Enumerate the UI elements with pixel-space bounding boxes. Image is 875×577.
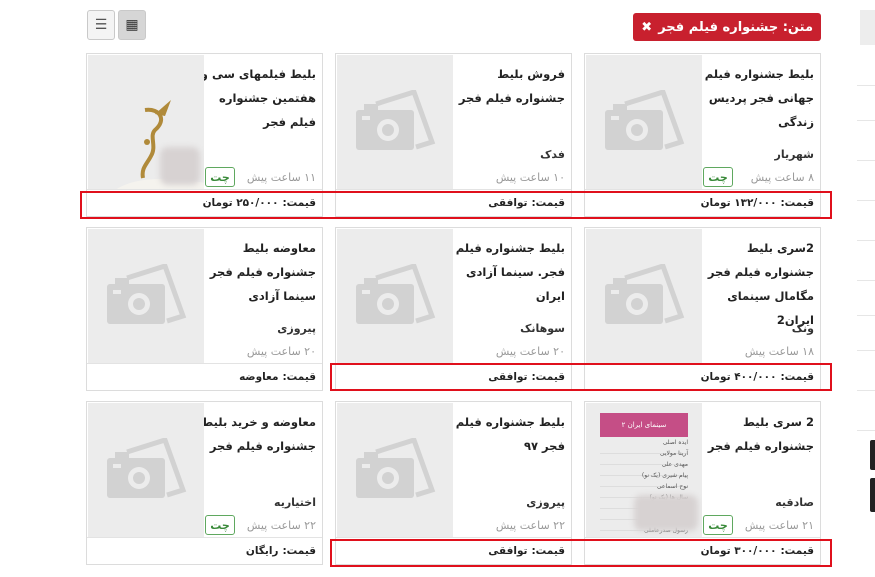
listing-time: ۱۱ ساعت پیش	[246, 171, 316, 184]
price-label: قیمت:	[531, 197, 565, 209]
chat-button[interactable]: چت	[703, 515, 733, 535]
listing-time: ۱۸ ساعت پیش	[744, 345, 814, 358]
listing-location: پیروزی	[526, 496, 565, 509]
listing-location: شهریار	[774, 148, 814, 161]
listing-card[interactable]: بلیط جشنواره فیلم جهانی فجر پردیس زندگی ش…	[584, 53, 821, 217]
price-row: قیمت: توافقی	[336, 363, 571, 390]
listing-thumbnail[interactable]	[337, 229, 453, 364]
listing-title[interactable]: معاوضه و خرید بلیط جشنواره فیلم فجر	[196, 410, 316, 458]
listing-location: اختیاریه	[274, 496, 316, 509]
listing-thumbnail[interactable]	[586, 229, 702, 364]
price-row: قیمت: توافقی	[336, 537, 571, 564]
listing-card[interactable]: بلیط جشنواره فیلم فجر ۹۷ پیروزی ۲۲ ساعت پی…	[335, 401, 572, 565]
price-label: قیمت:	[780, 197, 814, 209]
listing-title[interactable]: 2 سری بلیط جشنواره فیلم فجر	[694, 410, 814, 458]
listing-time: ۲۰ ساعت پیش	[495, 345, 565, 358]
sidebar-edge	[857, 0, 875, 577]
price-row: قیمت: ۳۰۰/۰۰۰ تومان	[585, 537, 820, 564]
listing-location: صادقیه	[775, 496, 814, 509]
listing-card[interactable]: 2 سری بلیط جشنواره فیلم فجر صادقیه ۲۱ ساعت…	[584, 401, 821, 565]
chat-button[interactable]: چت	[205, 515, 235, 535]
listing-title[interactable]: معاوضه بلیط جشنواره فیلم فجر سینما آزادی	[196, 236, 316, 308]
listing-photo[interactable]: سینمای ایران ۲ ایده اصلی آرینا مولایی مهدی …	[586, 403, 702, 538]
price-label: قیمت:	[282, 545, 316, 557]
price-value: ۳۰۰/۰۰۰ تومان	[700, 545, 777, 557]
price-value: ۴۰۰/۰۰۰ تومان	[700, 371, 777, 383]
search-filter-tag[interactable]: متن: جشنواره فیلم فجر ✖	[633, 13, 821, 41]
price-row: قیمت: ۲۵۰/۰۰۰ تومان	[87, 189, 322, 216]
close-icon[interactable]: ✖	[641, 20, 652, 35]
listing-time: ۸ ساعت پیش	[750, 171, 814, 184]
price-label: قیمت:	[780, 371, 814, 383]
camera-placeholder-icon	[605, 90, 685, 150]
chat-button[interactable]: چت	[703, 167, 733, 187]
price-row: قیمت: معاوضه	[87, 363, 322, 390]
listing-time: ۲۲ ساعت پیش	[246, 519, 316, 532]
list-view-button[interactable]: ☰	[87, 10, 115, 40]
price-label: قیمت:	[282, 197, 316, 209]
listing-card[interactable]: فروش بلیط جشنواره فیلم فجر فدک ۱۰ ساعت پیش…	[335, 53, 572, 217]
price-row: قیمت: رایگان	[87, 537, 322, 564]
price-value: ۱۳۲/۰۰۰ تومان	[700, 197, 777, 209]
price-row: قیمت: ۱۳۲/۰۰۰ تومان	[585, 189, 820, 216]
listing-card[interactable]: بلیط جشنواره فیلم فجر. سینما آزادی ایران…	[335, 227, 572, 391]
price-label: قیمت:	[282, 371, 316, 383]
listing-title[interactable]: 2سری بلیط جشنواره فیلم فجر مگامال سینمای…	[694, 236, 814, 332]
listing-location: فدک	[540, 148, 565, 161]
listing-card[interactable]: معاوضه بلیط جشنواره فیلم فجر سینما آزادی…	[86, 227, 323, 391]
camera-placeholder-icon	[107, 264, 187, 324]
listing-thumbnail[interactable]	[88, 229, 204, 364]
price-value: ۲۵۰/۰۰۰ تومان	[202, 197, 279, 209]
camera-placeholder-icon	[107, 438, 187, 498]
listing-time: ۲۲ ساعت پیش	[495, 519, 565, 532]
price-row: قیمت: ۴۰۰/۰۰۰ تومان	[585, 363, 820, 390]
listing-card[interactable]: 2سری بلیط جشنواره فیلم فجر مگامال سینمای…	[584, 227, 821, 391]
listing-card[interactable]: بلیط فیلمهای سی و هفتمین جشنواره فیلم فج…	[86, 53, 323, 217]
listing-thumbnail[interactable]	[337, 403, 453, 538]
listing-thumbnail[interactable]	[88, 403, 204, 538]
chat-button[interactable]: چت	[205, 167, 235, 187]
listing-location: سوهانک	[520, 322, 565, 335]
price-label: قیمت:	[531, 371, 565, 383]
listing-location: پیروزی	[277, 322, 316, 335]
listing-time: ۲۱ ساعت پیش	[744, 519, 814, 532]
listing-title[interactable]: بلیط جشنواره فیلم جهانی فجر پردیس زندگی	[694, 62, 814, 134]
grid-view-button[interactable]: ▦	[118, 10, 146, 40]
listing-card[interactable]: معاوضه و خرید بلیط جشنواره فیلم فجر اختیا…	[86, 401, 323, 565]
camera-placeholder-icon	[356, 438, 436, 498]
listing-location: ونک	[791, 322, 814, 335]
price-row: قیمت: توافقی	[336, 189, 571, 216]
price-value: توافقی	[488, 197, 528, 209]
listing-title[interactable]: بلیط فیلمهای سی و هفتمین جشنواره فیلم فج…	[196, 62, 316, 134]
phone-app-header: سینمای ایران ۲	[600, 413, 688, 437]
price-value: توافقی	[488, 371, 528, 383]
list-icon: ☰	[94, 17, 108, 33]
price-value: معاوضه	[239, 371, 279, 383]
listing-photo[interactable]	[88, 55, 204, 190]
listing-title[interactable]: بلیط جشنواره فیلم فجر. سینما آزادی ایران	[445, 236, 565, 308]
grid-icon: ▦	[125, 17, 139, 33]
listing-time: ۲۰ ساعت پیش	[246, 345, 316, 358]
camera-placeholder-icon	[356, 264, 436, 324]
listing-thumbnail[interactable]	[337, 55, 453, 190]
price-value: رایگان	[245, 545, 279, 557]
listing-title[interactable]: فروش بلیط جشنواره فیلم فجر	[445, 62, 565, 110]
filter-label: متن: جشنواره فیلم فجر	[658, 19, 813, 35]
listing-title[interactable]: بلیط جشنواره فیلم فجر ۹۷	[445, 410, 565, 458]
listing-time: ۱۰ ساعت پیش	[495, 171, 565, 184]
price-label: قیمت:	[531, 545, 565, 557]
price-value: توافقی	[488, 545, 528, 557]
camera-placeholder-icon	[605, 264, 685, 324]
listing-thumbnail[interactable]	[586, 55, 702, 190]
price-label: قیمت:	[780, 545, 814, 557]
camera-placeholder-icon	[356, 90, 436, 150]
